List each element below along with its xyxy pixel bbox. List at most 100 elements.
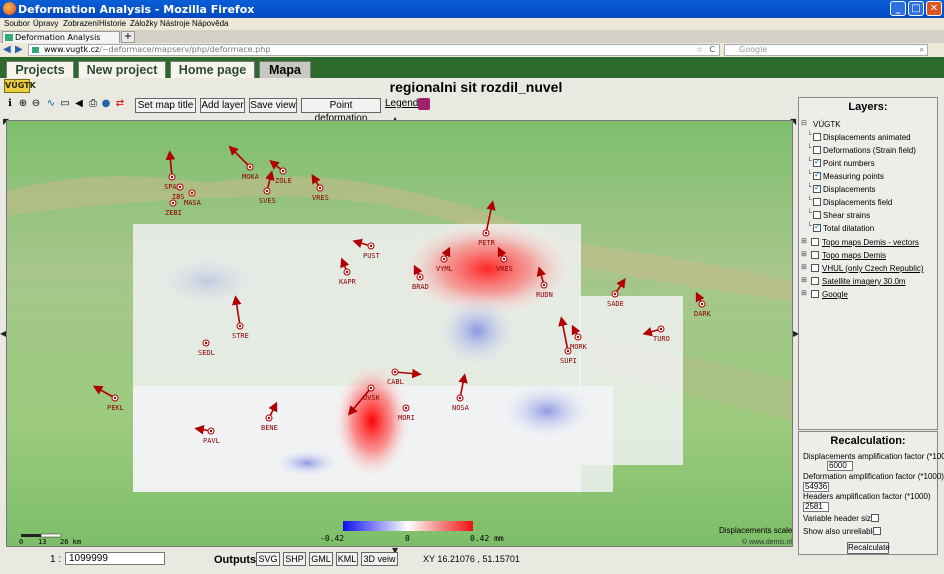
measure-icon[interactable]: ▭ [59,98,71,110]
tab-mapa[interactable]: Mapa [259,61,311,78]
station-dot [190,191,194,195]
tab-new-project[interactable]: New project [78,61,166,78]
tab-home-page[interactable]: Home page [170,61,255,78]
menu-zalozky[interactable]: Záložky [130,19,158,28]
layer-checkbox[interactable] [813,198,821,206]
layer-checkbox[interactable] [813,133,821,141]
close-button[interactable]: ✕ [926,1,942,16]
browser-tab[interactable]: Deformation Analysis [2,31,120,43]
scale-input[interactable]: 1099999 [65,552,165,565]
layer-checkbox[interactable] [813,211,821,219]
layer-checkbox[interactable] [813,157,821,167]
station-label: PUST [363,252,381,260]
layer-checkbox[interactable] [811,251,819,259]
disp-amp-input[interactable]: 6000 [827,461,853,471]
minimize-button[interactable]: _ [890,1,906,16]
output-gml-button[interactable]: GML [309,552,333,566]
layer-label: Satellite imagery 30.0m [822,277,906,286]
layer-checkbox[interactable] [811,277,819,285]
station-label: SEDL [198,349,215,357]
reload-icon[interactable]: C [709,45,715,55]
tree-line-icon: └ [807,184,812,191]
station-dot [369,386,373,390]
refresh-icon[interactable]: ⇄ [114,98,126,110]
menu-soubor[interactable]: Soubor [4,19,30,28]
save-view-button[interactable]: Save view [249,98,297,113]
profile-icon[interactable]: ∿ [45,98,57,110]
head-amp-input[interactable]: 2581 [803,502,829,512]
layer-label: Topo maps Demis - vectors [822,238,919,247]
menu-zobrazeni[interactable]: Zobrazení [63,19,99,28]
station-label: TURO [653,335,670,343]
forward-button[interactable]: ▶ [15,44,23,55]
url-bar[interactable]: www.vugtk.cz/~deformace/mapserv/php/defo… [28,44,720,56]
layer-checkbox[interactable] [813,183,821,193]
station-dot [369,244,373,248]
add-layer-button[interactable]: Add layer [200,98,245,113]
zoom-in-icon[interactable]: ⊕ [17,98,29,110]
output-svg-button[interactable]: SVG [256,552,280,566]
station-dot [113,396,117,400]
menu-historie[interactable]: Historie [99,19,126,28]
station-dot [170,175,174,179]
station-dot [248,165,252,169]
layer-checkbox[interactable] [813,222,821,232]
show-unreliable-checkbox[interactable] [873,527,881,535]
search-input[interactable]: Google ⌕ [724,44,928,56]
coordinates-readout: XY 16.21076 , 51.15701 [423,554,520,564]
printer-icon[interactable]: ⎙ [87,98,99,110]
layer-checkbox[interactable] [813,170,821,180]
expand-icon[interactable]: ⊞ [801,276,807,284]
back-button[interactable]: ◀ [3,44,11,55]
point-deformation-button[interactable]: Point deformation [301,98,381,124]
expand-icon[interactable]: ⊞ [801,289,807,297]
legend-book-icon[interactable] [418,98,430,110]
output-shp-button[interactable]: SHP [283,552,306,566]
expand-icon[interactable]: ⊞ [801,250,807,258]
app-tabs: Projects New project Home page Mapa [0,57,944,78]
legend-link[interactable]: Legend [385,98,418,109]
new-tab-button[interactable]: + [121,31,135,43]
outputs-label: Outputs: [214,554,260,566]
map-canvas[interactable]: SPALIBSMASAZEBIMOKA ZOLESVES VRESPETRPUSTK… [7,121,793,547]
search-icon[interactable]: ⌕ [920,45,924,55]
menu-upravy[interactable]: Úpravy [33,19,58,28]
bottom-bar: 1 : 1099999 Outputs: SVG SHP GML KML 3D … [0,549,944,574]
info-icon[interactable]: ℹ [4,98,16,110]
output-kml-button[interactable]: KML [336,552,358,566]
layer-checkbox[interactable] [811,290,819,298]
var-header-label: Variable header size: [803,514,878,523]
var-header-checkbox[interactable] [871,514,879,522]
expand-icon[interactable]: ⊞ [801,237,807,245]
output-3d-button[interactable]: 3D veiw [361,552,398,566]
globe-icon[interactable]: ● [100,98,112,110]
tree-line-icon: └ [807,158,812,165]
layer-label: Google [822,290,848,299]
layer-checkbox[interactable] [813,146,821,154]
def-amp-input[interactable]: 54936 [803,482,829,492]
colorbar-mid: 0 [405,534,410,543]
menu-napoveda[interactable]: Nápověda [192,19,228,28]
set-map-title-button[interactable]: Set map title [135,98,196,113]
station-dot [484,231,488,235]
menu-nastroje[interactable]: Nástroje [160,19,190,28]
bookmark-star-icon[interactable]: ☆ [696,45,703,55]
station-label: MORI [398,414,415,422]
pan-left-icon[interactable]: ◀ [73,98,85,110]
layer-checkbox[interactable] [811,264,819,272]
station-dot [700,302,704,306]
station-label: CABL [387,378,404,386]
zoom-out-icon[interactable]: ⊖ [30,98,42,110]
station-label: ZOLE [275,177,292,185]
displacements-scale-label: Displacements scale [719,526,793,535]
tab-projects[interactable]: Projects [6,61,74,78]
expand-icon[interactable]: ⊞ [801,263,807,271]
station-dot [542,283,546,287]
url-domain: www.vugtk.cz [44,45,100,54]
station-label: VRES [312,194,329,202]
layer-checkbox[interactable] [811,238,819,246]
layer-label: Deformations (Strain field) [823,146,916,155]
map-view[interactable]: SPAL IBS MASA ZEBI MOKA ZOLE SVES VRES PETR PUST K… [6,120,793,547]
station-dot [345,270,349,274]
maximize-button[interactable]: □ [908,1,924,16]
